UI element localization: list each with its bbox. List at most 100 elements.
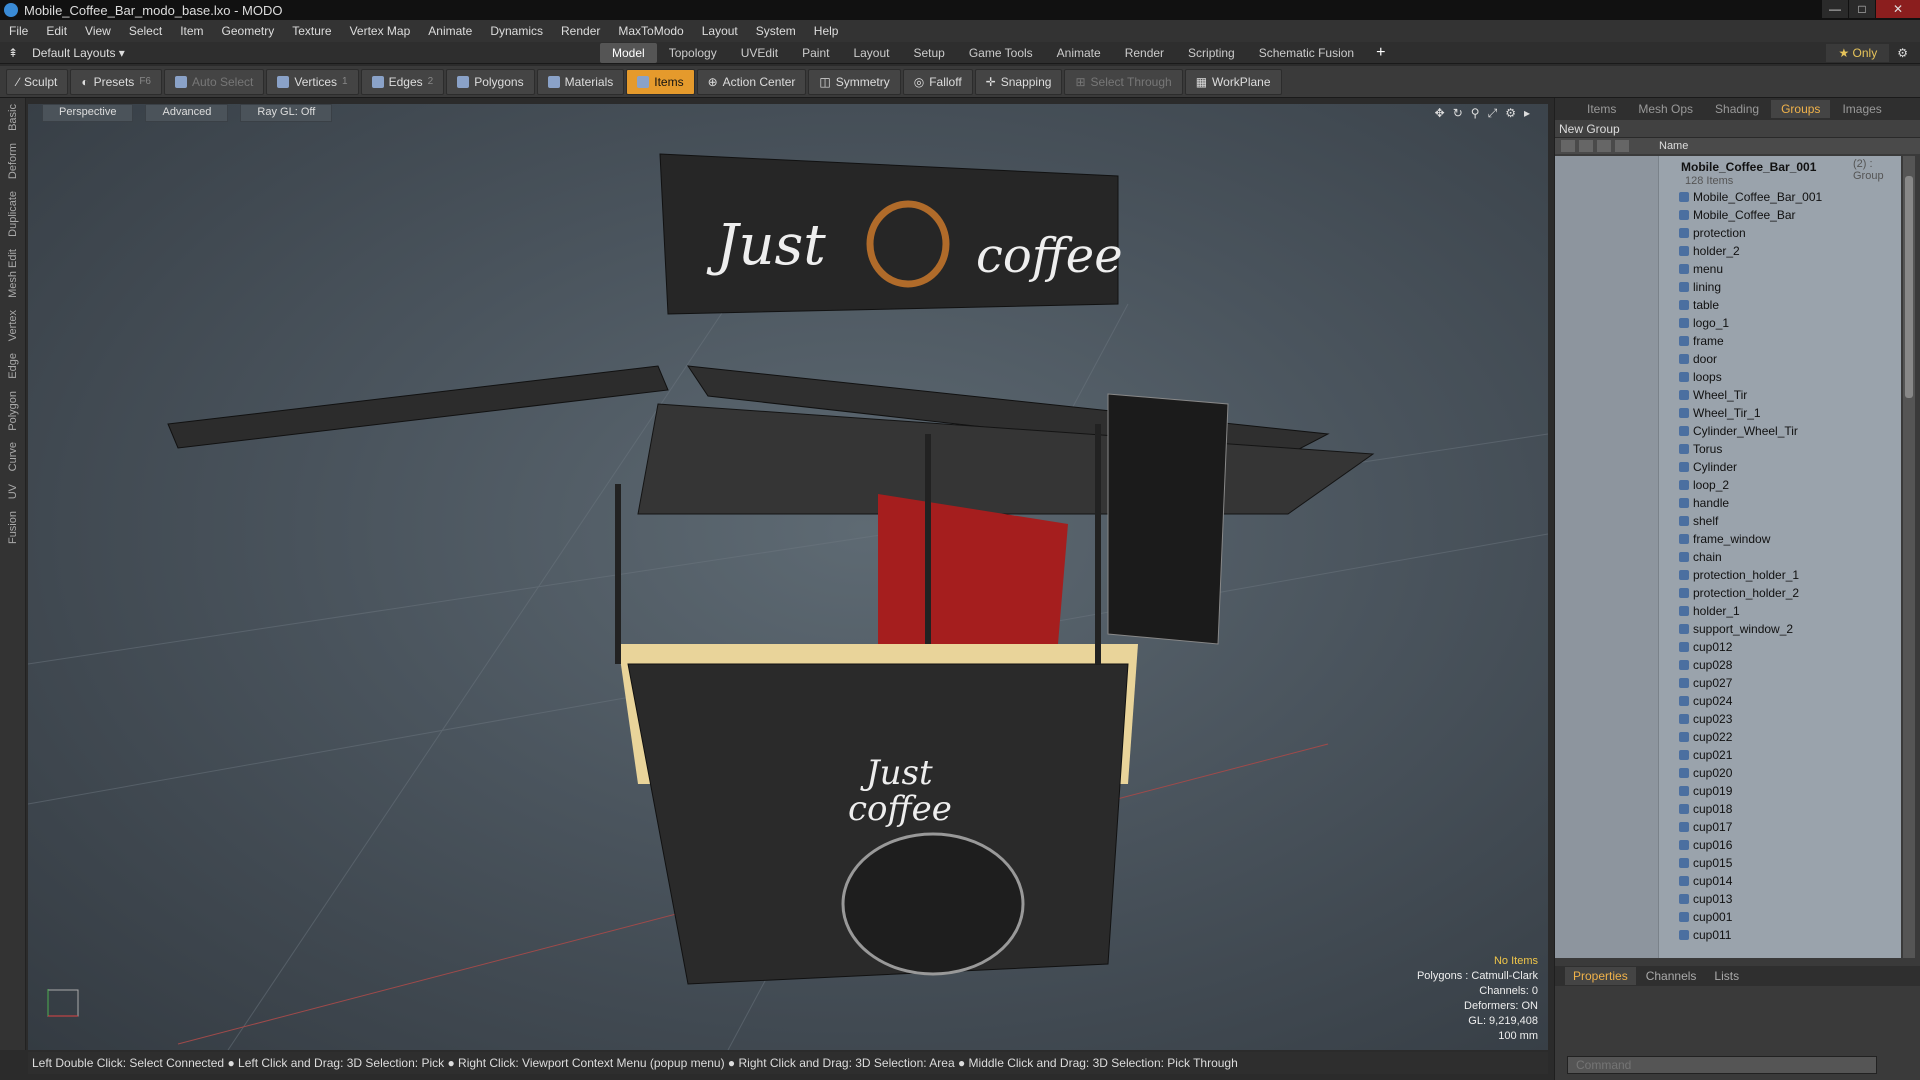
tree-item-row[interactable]: cup013 [1555,890,1901,908]
pan-icon[interactable]: ✥ [1435,106,1445,121]
falloff-button[interactable]: ◎ Falloff [902,68,973,95]
tab-items[interactable]: Items [1577,100,1626,118]
vertices-button[interactable]: Vertices 1 [266,68,359,95]
menu-vertex-map[interactable]: Vertex Map [341,24,420,38]
tree-item-row[interactable]: cup014 [1555,872,1901,890]
workplane-button[interactable]: ▦ WorkPlane [1184,68,1282,95]
edges-button[interactable]: Edges 2 [360,68,445,95]
zoom-icon[interactable]: ⚲ [1471,106,1480,121]
command-input[interactable] [1567,1056,1877,1074]
polygons-button[interactable]: Polygons [446,68,535,95]
viewport-menu-icon[interactable]: ▸ [1524,106,1530,121]
tree-item-row[interactable]: cup020 [1555,764,1901,782]
tree-item-row[interactable]: protection_holder_2 [1555,584,1901,602]
tree-item-row[interactable]: shelf [1555,512,1901,530]
tree-item-row[interactable]: cup027 [1555,674,1901,692]
side-tab-polygon[interactable]: Polygon [7,385,19,437]
tab-uvedit[interactable]: UVEdit [729,43,790,63]
tree-item-row[interactable]: cup021 [1555,746,1901,764]
tree-item-row[interactable]: frame [1555,332,1901,350]
tree-item-row[interactable]: door [1555,350,1901,368]
tree-item-row[interactable]: Torus [1555,440,1901,458]
side-tab-deform[interactable]: Deform [7,137,19,185]
tab-channels[interactable]: Channels [1638,967,1705,985]
menu-select[interactable]: Select [120,24,171,38]
visibility-icon[interactable] [1561,140,1575,152]
side-tab-mesh-edit[interactable]: Mesh Edit [7,243,19,304]
tab-animate[interactable]: Animate [1045,43,1113,63]
fit-icon[interactable]: ⤢ [1488,106,1498,121]
menu-geometry[interactable]: Geometry [213,24,284,38]
tree-item-row[interactable]: cup023 [1555,710,1901,728]
menu-help[interactable]: Help [805,24,848,38]
name-column-header[interactable]: Name [1659,140,1688,152]
tree-item-row[interactable]: cup001 [1555,908,1901,926]
tree-item-row[interactable]: cup028 [1555,656,1901,674]
render-icon[interactable] [1579,140,1593,152]
action-center-button[interactable]: ⊕ Action Center [696,68,807,95]
menu-maxtomodo[interactable]: MaxToModo [609,24,692,38]
items-button[interactable]: Items [626,68,695,95]
tab-groups[interactable]: Groups [1771,100,1831,118]
tab-render[interactable]: Render [1113,43,1176,63]
tree-item-row[interactable]: holder_2 [1555,242,1901,260]
tree-item-row[interactable]: protection [1555,224,1901,242]
tree-item-row[interactable]: cup019 [1555,782,1901,800]
menu-edit[interactable]: Edit [37,24,76,38]
side-tab-fusion[interactable]: Fusion [7,505,19,550]
tree-item-row[interactable]: Mobile_Coffee_Bar_001 [1555,188,1901,206]
menu-dynamics[interactable]: Dynamics [481,24,552,38]
tree-item-row[interactable]: table [1555,296,1901,314]
tab-scripting[interactable]: Scripting [1176,43,1247,63]
tree-item-row[interactable]: chain [1555,548,1901,566]
snapping-button[interactable]: ✛ Snapping [974,68,1063,95]
add-tab-icon[interactable]: + [1366,44,1395,62]
tree-item-row[interactable]: cup015 [1555,854,1901,872]
tab-shading[interactable]: Shading [1705,100,1769,118]
tree-item-row[interactable]: holder_1 [1555,602,1901,620]
only-toggle-button[interactable]: ★ Only [1826,43,1890,62]
side-tab-vertex[interactable]: Vertex [7,304,19,347]
tree-item-row[interactable]: cup017 [1555,818,1901,836]
tree-item-row[interactable]: Wheel_Tir [1555,386,1901,404]
minimize-button[interactable]: — [1822,0,1848,18]
tree-item-row[interactable]: handle [1555,494,1901,512]
auto-select-button[interactable]: Auto Select [163,68,265,95]
tree-item-row[interactable]: cup012 [1555,638,1901,656]
tree-scrollbar[interactable] [1903,156,1915,958]
side-tab-uv[interactable]: UV [7,478,19,505]
tab-setup[interactable]: Setup [901,43,956,63]
gear-icon[interactable]: ⚙ [1897,46,1920,60]
tree-item-row[interactable]: Mobile_Coffee_Bar [1555,206,1901,224]
perspective-button[interactable]: Perspective [42,104,134,122]
tab-model[interactable]: Model [600,42,657,63]
tree-item-row[interactable]: support_window_2 [1555,620,1901,638]
tab-topology[interactable]: Topology [657,43,729,63]
tab-paint[interactable]: Paint [790,43,841,63]
select-through-button[interactable]: ⊞ Select Through [1064,68,1183,95]
tree-item-row[interactable]: cup024 [1555,692,1901,710]
advanced-button[interactable]: Advanced [145,104,229,122]
menu-texture[interactable]: Texture [283,24,340,38]
new-group-button[interactable]: New Group [1555,120,1920,138]
menu-layout[interactable]: Layout [693,24,747,38]
tree-item-row[interactable]: lining [1555,278,1901,296]
tree-item-row[interactable]: Wheel_Tir_1 [1555,404,1901,422]
menu-item[interactable]: Item [171,24,212,38]
materials-button[interactable]: Materials [536,68,625,95]
tree-item-row[interactable]: logo_1 [1555,314,1901,332]
tab-lists[interactable]: Lists [1706,967,1747,985]
side-tab-edge[interactable]: Edge [7,347,19,385]
tree-item-row[interactable]: Cylinder [1555,458,1901,476]
menu-file[interactable]: File [0,24,37,38]
tab-layout[interactable]: Layout [841,43,901,63]
tree-item-row[interactable]: cup011 [1555,926,1901,944]
default-layouts-dropdown[interactable]: Default Layouts ▾ [32,46,125,60]
tree-item-row[interactable]: cup018 [1555,800,1901,818]
tab-schematic-fusion[interactable]: Schematic Fusion [1247,43,1366,63]
side-tab-duplicate[interactable]: Duplicate [7,185,19,243]
menu-view[interactable]: View [76,24,120,38]
raygl-button[interactable]: Ray GL: Off [240,104,333,122]
tab-mesh-ops[interactable]: Mesh Ops [1628,100,1703,118]
menu-animate[interactable]: Animate [419,24,481,38]
